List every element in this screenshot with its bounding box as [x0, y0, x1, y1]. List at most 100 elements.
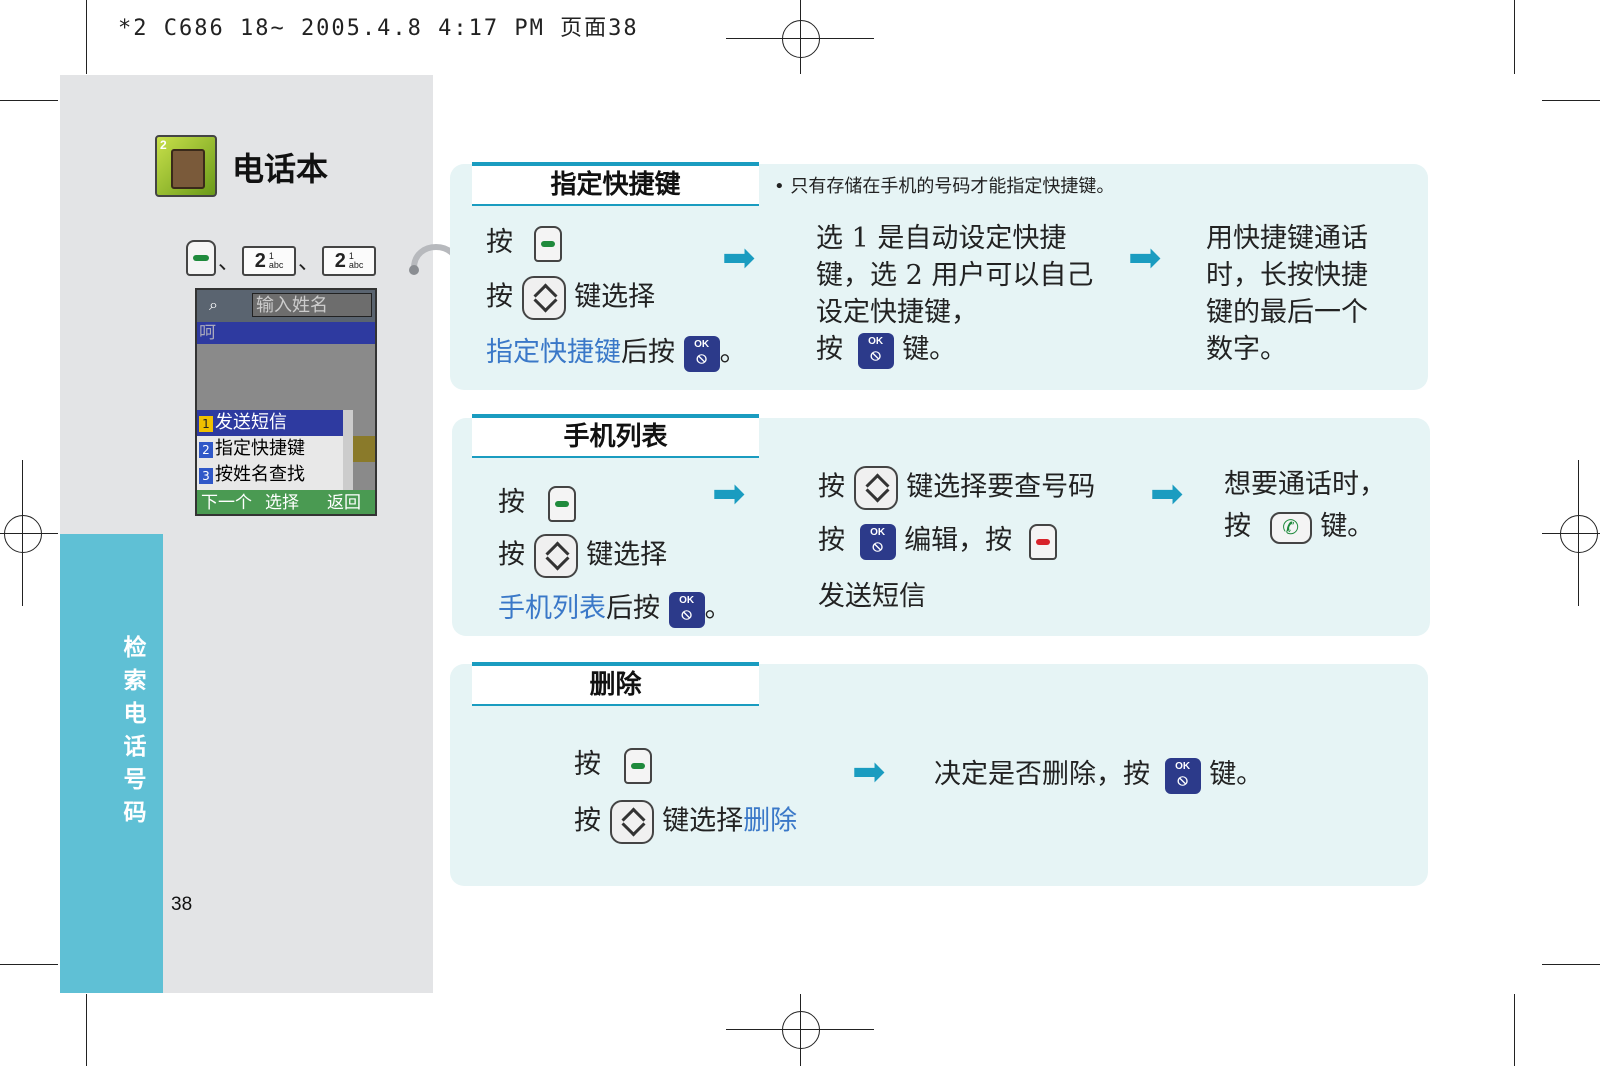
period-text: 。 [704, 593, 732, 624]
menu-link-text: 删除 [743, 805, 798, 837]
delete-step-2: 按 键选择删除 [574, 800, 797, 844]
edit-text: 编辑，按 [904, 525, 1013, 556]
softkey-select[interactable]: 选择 [265, 490, 299, 514]
key-select-text: 键选择 [574, 281, 656, 313]
search-icon: ⌕ [209, 295, 218, 314]
delete-confirm-text: 决定是否删除，按 [934, 759, 1150, 790]
menu-item-number: 3 [199, 468, 213, 484]
print-header: *2 C686 18~ 2005.4.8 4:17 PM 页面38 [118, 16, 639, 41]
page-title: 电话本 [232, 150, 329, 188]
list-background-stripe [353, 436, 375, 462]
key-suffix-text: 键。 [1209, 759, 1264, 790]
key-label: 2 [254, 249, 266, 272]
phone-list-col3-line2: 按 ✆ 键。 [1224, 508, 1374, 545]
ok-label: OK [868, 335, 884, 347]
phone-list-col2-line1: 按 键选择要查号码 [818, 466, 1095, 510]
number-key-2-icon: 2 1 abc [322, 246, 377, 276]
send-key-icon: ✆ [1269, 511, 1312, 544]
menu-scrollbar[interactable] [343, 410, 353, 490]
key-suffix-text: 键。 [1320, 511, 1375, 542]
speed-dial-step-1: 按 [486, 224, 562, 262]
press-text: 按 [818, 525, 845, 556]
registration-mark [782, 1011, 820, 1049]
arrow-right-icon: ➡ [712, 471, 746, 517]
selected-contact-row[interactable]: 呵 [197, 322, 375, 344]
soft-key-icon [547, 485, 576, 522]
after-press-text: 后按 [621, 337, 675, 368]
press-text: 按 [1224, 511, 1251, 542]
menu-item-find-by-name[interactable]: 3 按姓名查找 [197, 462, 343, 488]
book-icon [171, 149, 205, 189]
softkey-next[interactable]: 下一个 [201, 490, 252, 514]
speed-dial-note: • 只有存储在手机的号码才能指定快捷键。 [774, 176, 1115, 197]
crop-mark [1514, 0, 1515, 74]
press-text: 按 [486, 227, 513, 258]
key-select-text: 键选择要查号码 [906, 471, 1096, 503]
registration-mark [4, 515, 42, 553]
softkey-back[interactable]: 返回 [327, 490, 361, 514]
soft-key-red-icon [1028, 523, 1057, 560]
soft-key-icon [533, 225, 562, 262]
press-text: 按 [498, 487, 525, 518]
phone-list-col2-line3: 发送短信 [818, 581, 926, 612]
phone-screen: ⌕ 输入姓名 呵 1 发送短信 2 指定快捷键 3 按姓名查找 下一个 选择 返回 [195, 288, 377, 516]
delete-col2: 决定是否删除，按 OK ⦸ 键。 [934, 756, 1263, 794]
arrow-right-icon: ➡ [1150, 471, 1184, 517]
speed-dial-col2: 选 1 是自动设定快捷键，选 2 用户可以自己设定快捷键， 按 OK ⦸ 键。 [816, 220, 1096, 369]
press-text: 按 [574, 749, 601, 780]
delete-title: 删除 [472, 662, 759, 706]
softkey-bar: 下一个 选择 返回 [197, 490, 375, 514]
page-number: 38 [171, 894, 193, 915]
press-text: 按 [486, 281, 513, 313]
menu-item-number: 1 [199, 416, 213, 432]
period-text: 。 [719, 337, 747, 368]
key-label: 2 [334, 249, 346, 272]
menu-item-speed-dial[interactable]: 2 指定快捷键 [197, 436, 343, 462]
number-key-2-icon: 2 1 abc [242, 246, 297, 276]
ok-label: OK [694, 338, 710, 350]
speed-dial-title: 指定快捷键 [472, 162, 759, 206]
crop-mark [1542, 964, 1600, 965]
soft-key-icon [623, 747, 652, 784]
crop-mark [0, 100, 58, 101]
key-sub-letters: abc [268, 260, 284, 270]
ok-label: OK [1175, 760, 1191, 772]
speed-dial-col3: 用快捷键通话时，长按快捷键的最后一个数字。 [1206, 223, 1368, 365]
phone-list-col3-line1: 想要通话时， [1224, 469, 1386, 500]
phone-list-col2-line2: 按 OK ⦸ 编辑，按 [818, 522, 1057, 560]
key-select-text: 键选择 [662, 805, 744, 837]
search-input[interactable]: 输入姓名 [252, 293, 372, 317]
menu-link-text: 指定快捷键 [486, 337, 621, 368]
key-separator: 、 [298, 250, 321, 275]
ok-key-icon: OK ⦸ [668, 591, 705, 628]
phone-list-step-3: 手机列表后按 OK ⦸。 [498, 590, 732, 628]
speed-dial-step-2: 按 键选择 [486, 276, 655, 320]
crop-mark [86, 994, 87, 1066]
key-select-text: 键选择 [586, 539, 668, 571]
arrow-right-icon: ➡ [1128, 235, 1162, 281]
registration-mark [1560, 515, 1598, 553]
ok-key-icon: OK ⦸ [1164, 757, 1201, 794]
menu-item-label: 指定快捷键 [215, 438, 305, 459]
ok-label: OK [870, 526, 886, 538]
options-menu: 1 发送短信 2 指定快捷键 3 按姓名查找 [197, 410, 343, 490]
menu-link-text: 手机列表 [498, 593, 606, 624]
press-text: 按 [816, 334, 843, 365]
ok-key-icon: OK ⦸ [683, 335, 720, 372]
key-sub-letters: abc [348, 260, 364, 270]
phonebook-icon: 2 [155, 135, 217, 197]
app-icon-number: 2 [160, 138, 167, 152]
key-suffix-text: 键。 [902, 334, 957, 365]
crop-mark [86, 0, 87, 74]
press-text: 按 [574, 805, 601, 837]
navigation-key-icon [853, 466, 898, 510]
menu-item-send-sms[interactable]: 1 发送短信 [197, 410, 343, 436]
phone-list-step-2: 按 键选择 [498, 534, 667, 578]
ok-key-icon: OK ⦸ [857, 332, 894, 369]
key-separator: 、 [218, 250, 241, 275]
speed-dial-col2-text: 选 1 是自动设定快捷键，选 2 用户可以自己设定快捷键， [816, 223, 1094, 328]
speed-dial-step-3: 指定快捷键后按 OK ⦸。 [486, 334, 747, 372]
menu-item-label: 发送短信 [215, 412, 287, 433]
registration-mark [782, 20, 820, 58]
phone-list-title: 手机列表 [472, 414, 759, 458]
